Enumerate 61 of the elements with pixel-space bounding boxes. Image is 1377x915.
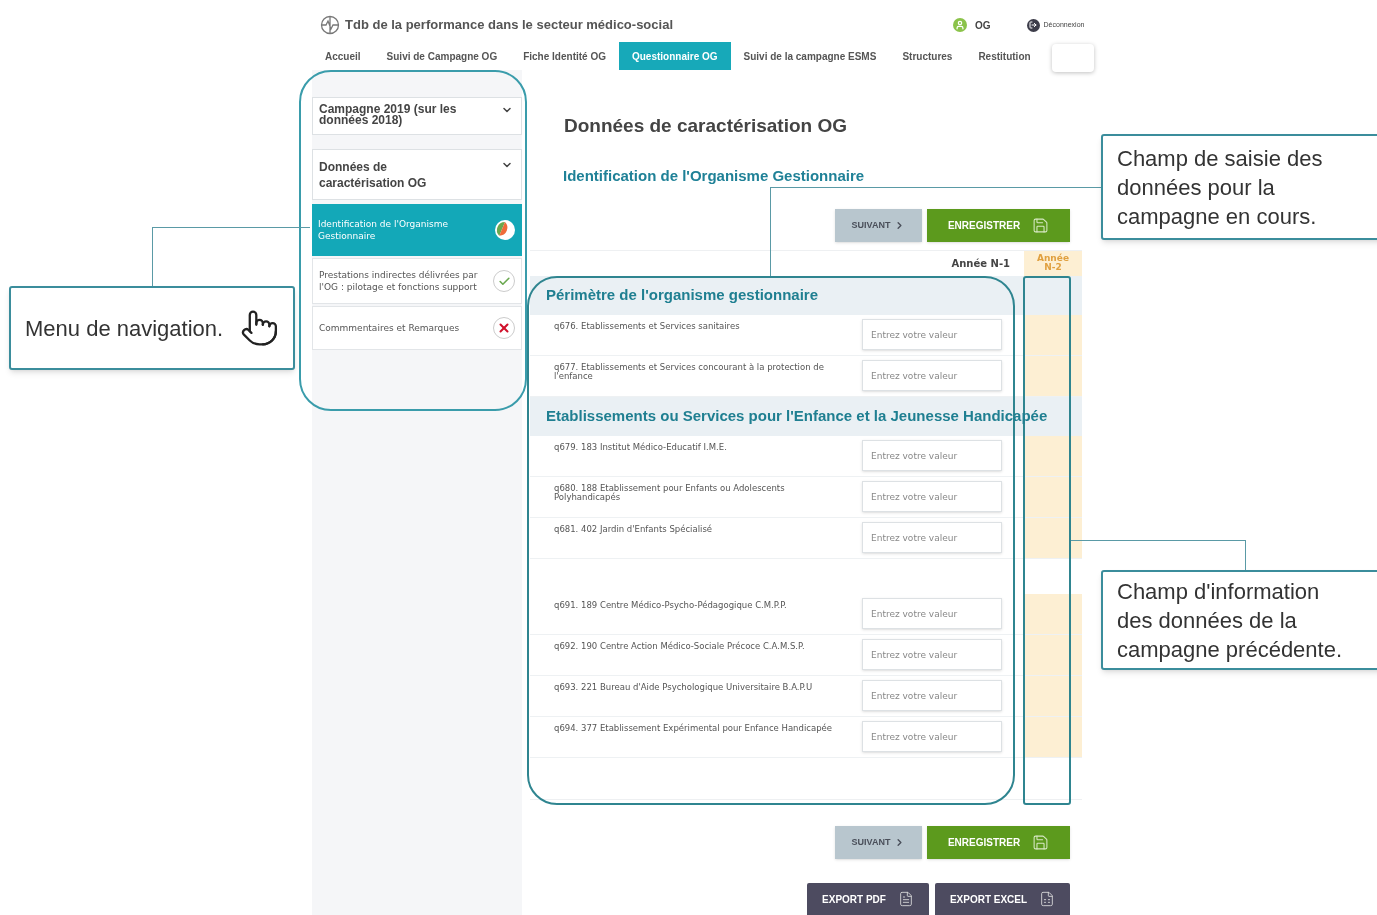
nav-tab[interactable]: Suivi de la campagne ESMS (730, 42, 890, 70)
callout-text: Menu de navigation. (25, 314, 225, 343)
question-label: q679. 183 Institut Médico-Educatif I.M.E. (553, 441, 728, 454)
question-label: q692. 190 Centre Action Médico-Sociale Précoce C.A.M.S.P. (553, 640, 806, 653)
question-label: q677. Etablissements et Services concourant à la protection de l'enfance (553, 361, 825, 383)
question-label: q691. 189 Centre Médico-Psycho-Pédagogique C.M.P.P. (553, 599, 788, 612)
nav-tab[interactable]: Structures (889, 42, 966, 70)
user-name: OG (975, 18, 991, 33)
logo-icon (320, 15, 340, 35)
export-button[interactable]: EXPORT PDF (807, 883, 929, 915)
previous-year-cell (1024, 436, 1082, 476)
nav-tab[interactable]: Fiche Identité OG (510, 42, 619, 70)
file-icon (897, 891, 914, 907)
previous-year-cell (1024, 676, 1082, 716)
export-button[interactable]: EXPORT EXCEL (935, 883, 1070, 915)
app-title: Tdb de la performance dans le secteur médico-social (345, 16, 673, 35)
value-input[interactable]: Entrez votre valeur (862, 721, 1002, 752)
nav-tab[interactable]: Suivi de Campagne OG (373, 42, 511, 70)
next-button[interactable]: SUIVANT (835, 826, 922, 859)
question-label: q693. 221 Bureau d'Aide Psychologique Universitaire B.A.P.U (553, 681, 814, 694)
previous-year-cell (1024, 315, 1082, 355)
logout-icon (1026, 18, 1040, 32)
page-title: Données de caractérisation OG (564, 114, 848, 138)
callout-text: Champ d'information des données de la campagne précédente. (1117, 577, 1344, 664)
column-header: Année N-2 (1024, 251, 1082, 276)
section-dropdown[interactable]: Données de caractérisation OG (312, 149, 522, 200)
previous-year-cell (1024, 717, 1082, 757)
section-title: Périmètre de l'organisme gestionnaire (546, 285, 818, 306)
value-input[interactable]: Entrez votre valeur (862, 522, 1002, 553)
value-input[interactable]: Entrez votre valeur (862, 598, 1002, 629)
check-icon (493, 270, 515, 292)
question-label: q676. Etablissements et Services sanitaires (553, 320, 741, 333)
section-subtitle: Identification de l'Organisme Gestionnaire (563, 165, 866, 186)
question-label: q680. 188 Etablissement pour Enfants ou Adolescents Polyhandicapés (553, 482, 786, 504)
sidebar-item[interactable]: Prestations indirectes délivrées par l'OG : pilotage et fonctions support (312, 258, 522, 304)
hand-pointer-icon (239, 308, 279, 348)
value-input[interactable]: Entrez votre valeur (862, 319, 1002, 350)
previous-year-cell (1024, 518, 1082, 558)
callout-text: Champ de saisie des données pour la campagne en cours. (1117, 144, 1324, 231)
value-input[interactable]: Entrez votre valeur (862, 639, 1002, 670)
value-input[interactable]: Entrez votre valeur (862, 360, 1002, 391)
column-header: Année N-1 (951, 257, 1011, 271)
nav-tab[interactable]: Accueil (312, 42, 374, 70)
previous-year-cell (1024, 477, 1082, 517)
question-label: q681. 402 Jardin d'Enfants Spécialisé (553, 523, 714, 536)
previous-year-cell (1024, 356, 1082, 396)
menu-panel (1051, 44, 1094, 72)
question-label: q694. 377 Etablissement Expérimental pour Enfance Handicapée (553, 722, 833, 735)
previous-year-cell (1024, 594, 1082, 634)
user-icon (953, 18, 967, 32)
file-icon (1039, 891, 1056, 907)
sidebar-item[interactable]: Commmentaires et Remarques (312, 306, 522, 350)
campaign-dropdown[interactable]: Campagne 2019 (sur les données 2018) (312, 97, 522, 135)
progress-icon (494, 219, 516, 241)
previous-year-cell (1024, 635, 1082, 675)
value-input[interactable]: Entrez votre valeur (862, 680, 1002, 711)
nav-tab[interactable]: Restitution (965, 42, 1044, 70)
value-input[interactable]: Entrez votre valeur (862, 481, 1002, 512)
value-input[interactable]: Entrez votre valeur (862, 440, 1002, 471)
error-icon (493, 317, 515, 339)
next-button[interactable]: SUIVANT (835, 209, 922, 242)
